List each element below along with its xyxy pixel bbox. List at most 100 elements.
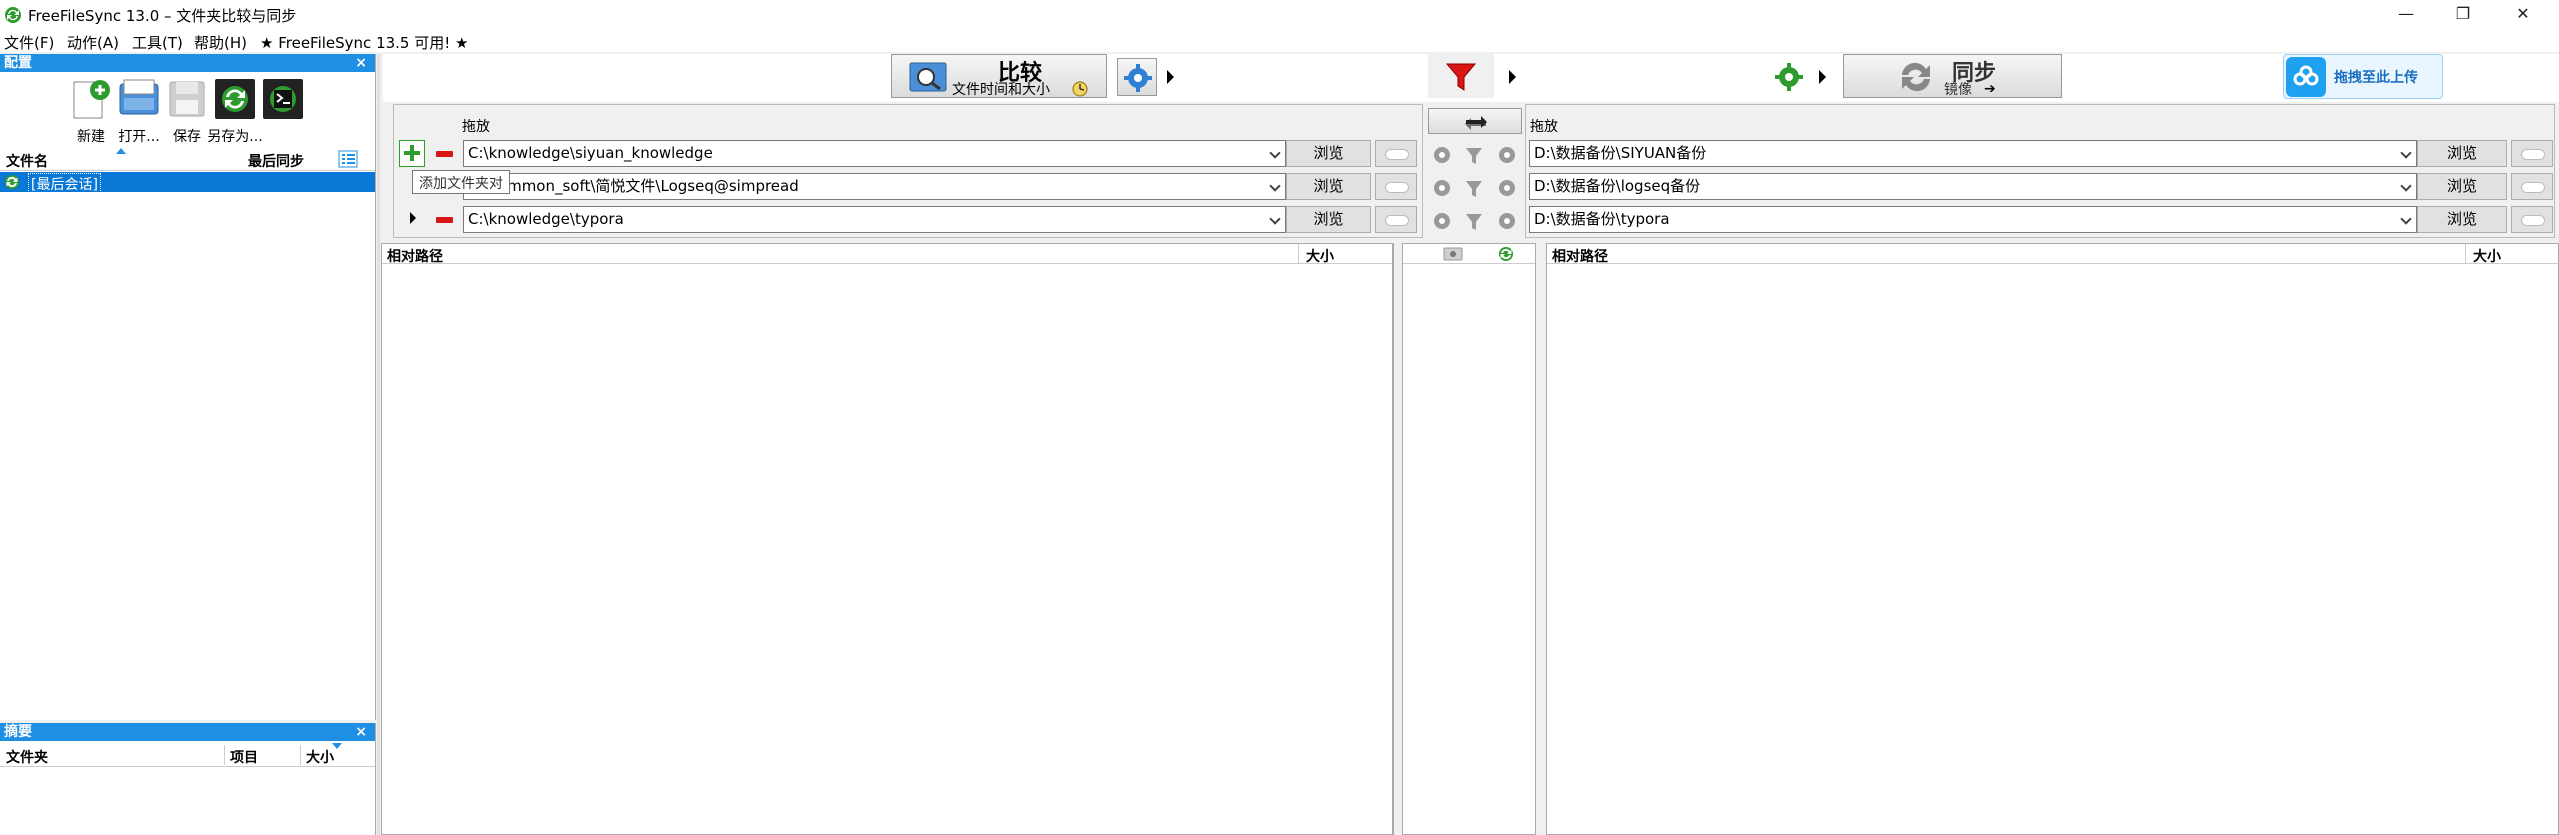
sync-options-arrow-icon[interactable]: [1819, 70, 1826, 84]
compare-options-arrow-icon[interactable]: [1167, 70, 1174, 84]
compare-subtitle: 文件时间和大小: [952, 82, 1050, 98]
list-view-icon[interactable]: [338, 150, 358, 168]
middle-action-grid[interactable]: [1402, 243, 1536, 835]
pair-settings-icons: [1434, 147, 1515, 230]
right-file-grid[interactable]: 相对路径 大小: [1546, 243, 2559, 835]
new-file-icon: [73, 80, 110, 119]
remove-minus-icon: [436, 151, 453, 157]
save-as-config-button[interactable]: 另存为...: [207, 76, 263, 145]
compare-magnifier-icon: [909, 62, 947, 92]
menu-tools[interactable]: 工具(T): [132, 32, 183, 53]
save-as-sync-icon: [215, 79, 255, 119]
dropdown-chevron-icon[interactable]: [2400, 180, 2412, 192]
left-grid-scrollbar[interactable]: [1393, 243, 1400, 835]
summary-col-items[interactable]: 项目: [230, 747, 258, 767]
synchronize-button[interactable]: 同步 镜像 ➔: [1843, 54, 2062, 98]
dropdown-chevron-icon[interactable]: [2400, 147, 2412, 159]
left-cloud-button[interactable]: [1375, 140, 1417, 167]
open-config-icon: [119, 79, 159, 115]
open-config-button[interactable]: 打开...: [116, 76, 162, 145]
summary-panel-header: 摘要 ×: [0, 723, 375, 741]
left-folder-path-input[interactable]: C:\knowledge\siyuan_knowledge: [463, 140, 1286, 167]
left-folder-path-text: C:\knowledge\siyuan_knowledge: [468, 144, 713, 162]
window-title: FreeFileSync 13.0 – 文件夹比较与同步: [28, 7, 297, 25]
grid-col-sep: [2465, 244, 2466, 264]
dropdown-chevron-icon[interactable]: [1269, 147, 1281, 159]
right-cloud-button[interactable]: [2511, 206, 2553, 233]
summary-panel-close-icon[interactable]: ×: [355, 723, 367, 741]
left-col-size[interactable]: 大小: [1306, 246, 1334, 266]
left-browse-button[interactable]: 浏览: [1286, 140, 1371, 167]
menu-update-notice[interactable]: ★ FreeFileSync 13.5 可用! ★: [260, 32, 468, 53]
cloud-icon: [2521, 149, 2545, 160]
right-folder-path-input[interactable]: D:\数据备份\SIYUAN备份: [1529, 140, 2417, 167]
cloud-icon: [1385, 215, 1409, 226]
right-col-size[interactable]: 大小: [2473, 246, 2501, 266]
left-grid-header: 相对路径 大小: [382, 244, 1392, 266]
sync-settings-gear-icon: [1775, 63, 1803, 91]
panel-splitter[interactable]: [377, 54, 380, 835]
menu-file[interactable]: 文件(F): [4, 32, 54, 53]
compare-button[interactable]: 比较 文件时间和大小: [891, 54, 1107, 98]
right-browse-button[interactable]: 浏览: [2417, 140, 2507, 167]
sync-settings-button[interactable]: [1769, 58, 1809, 96]
swap-sides-button[interactable]: [1428, 108, 1522, 134]
upload-drop-button[interactable]: 拖拽至此上传: [2283, 54, 2443, 99]
sort-ascending-icon: [116, 148, 126, 154]
filter-button[interactable]: [1428, 54, 1494, 98]
right-browse-button[interactable]: 浏览: [2417, 173, 2507, 200]
left-folder-path-input[interactable]: D:\common_soft\简悦文件\Logseq@simpread: [463, 173, 1286, 200]
right-folder-path-input[interactable]: D:\数据备份\typora: [1529, 206, 2417, 233]
summary-col-folder[interactable]: 文件夹: [6, 747, 48, 767]
right-cloud-button[interactable]: [2511, 173, 2553, 200]
compare-category-icon[interactable]: [1443, 247, 1463, 261]
config-panel-close-icon[interactable]: ×: [355, 54, 367, 72]
col-last-sync[interactable]: 最后同步: [248, 151, 304, 171]
left-cloud-button[interactable]: [1375, 206, 1417, 233]
right-folder-path-text: D:\数据备份\SIYUAN备份: [1534, 144, 1707, 162]
save-config-button[interactable]: 保存: [164, 76, 210, 145]
left-browse-button[interactable]: 浏览: [1286, 206, 1371, 233]
remove-folder-pair-button[interactable]: [430, 206, 460, 233]
filter-options-arrow-icon[interactable]: [1509, 70, 1516, 84]
col-filename[interactable]: 文件名: [6, 151, 48, 171]
left-browse-button[interactable]: 浏览: [1286, 173, 1371, 200]
save-as-config-label: 另存为...: [207, 129, 263, 145]
minimize-button[interactable]: —: [2383, 0, 2429, 30]
sort-descending-icon: [332, 743, 342, 749]
sync-action-icon[interactable]: [1497, 246, 1515, 262]
restore-button[interactable]: ❐: [2440, 0, 2486, 30]
right-drop-label: 拖放: [1530, 119, 1558, 135]
left-file-grid[interactable]: 相对路径 大小: [381, 243, 1393, 835]
close-icon: ✕: [2516, 4, 2530, 23]
list-header-divider: [0, 170, 375, 171]
config-list-item[interactable]: [最后会话]: [0, 172, 375, 195]
right-folder-path-text: D:\数据备份\typora: [1534, 210, 1670, 228]
left-folder-path-input[interactable]: C:\knowledge\typora: [463, 206, 1286, 233]
minimize-icon: —: [2398, 4, 2414, 23]
batch-job-icon: [263, 79, 303, 119]
summary-col-size[interactable]: 大小: [306, 747, 334, 767]
dropdown-chevron-icon[interactable]: [1269, 180, 1281, 192]
right-cloud-button[interactable]: [2511, 140, 2553, 167]
dropdown-chevron-icon[interactable]: [2400, 213, 2412, 225]
save-as-batch-button[interactable]: [260, 76, 306, 122]
menu-help[interactable]: 帮助(H): [194, 32, 247, 53]
menu-actions[interactable]: 动作(A): [67, 32, 119, 53]
summary-header-divider: [0, 766, 375, 767]
pair-settings-column: [1428, 140, 1522, 235]
new-config-button[interactable]: 新建: [68, 76, 114, 145]
left-col-relative-path[interactable]: 相对路径: [387, 246, 443, 266]
expand-row-button[interactable]: [403, 206, 425, 233]
right-folder-path-text: D:\数据备份\logseq备份: [1534, 177, 1701, 195]
compare-settings-button[interactable]: [1117, 58, 1157, 96]
dropdown-chevron-icon[interactable]: [1269, 213, 1281, 225]
upload-cloud-icon: [2286, 57, 2326, 97]
right-folder-path-input[interactable]: D:\数据备份\logseq备份: [1529, 173, 2417, 200]
close-button[interactable]: ✕: [2500, 0, 2546, 30]
left-cloud-button[interactable]: [1375, 173, 1417, 200]
right-browse-button[interactable]: 浏览: [2417, 206, 2507, 233]
right-col-relative-path[interactable]: 相对路径: [1552, 246, 1608, 266]
remove-folder-pair-button[interactable]: [430, 140, 460, 167]
add-folder-pair-button[interactable]: [399, 140, 425, 167]
